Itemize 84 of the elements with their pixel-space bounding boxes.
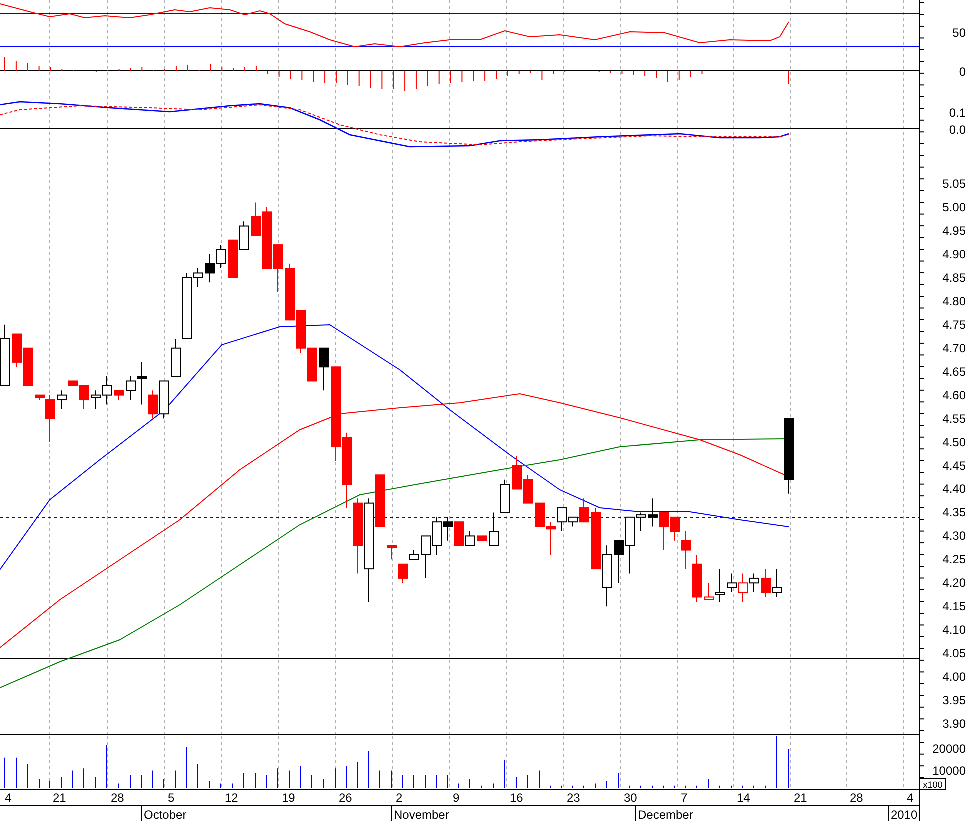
- candlestick: [239, 221, 249, 250]
- month-label: October: [144, 808, 187, 821]
- axis-label: 4.70: [942, 341, 966, 356]
- candlestick: [535, 502, 545, 528]
- date-label: 4: [907, 791, 914, 805]
- candlestick: [228, 240, 238, 278]
- axis-label: 4.95: [942, 224, 966, 238]
- candlestick: [159, 380, 169, 420]
- unit-label: x100: [920, 778, 946, 790]
- candlestick: [489, 512, 499, 546]
- axis-label: 4.40: [942, 482, 966, 496]
- axis-label: 5.05: [942, 177, 966, 191]
- axis-label: 4.25: [942, 552, 966, 567]
- date-label: 5: [168, 791, 175, 805]
- candlestick: [523, 474, 533, 504]
- axis-label: 4.35: [942, 506, 966, 520]
- axis-label: 4.15: [942, 600, 966, 614]
- axis-label: 5.00: [942, 200, 966, 214]
- candlestick: [500, 479, 510, 514]
- date-label: 30: [624, 791, 638, 805]
- date-label: 28: [850, 791, 864, 805]
- axis-label: 10000: [932, 764, 966, 778]
- date-label: 21: [53, 791, 66, 805]
- candlestick: [761, 568, 771, 598]
- candlestick: [319, 348, 329, 392]
- candlestick: [216, 244, 226, 270]
- axis-label: 4.80: [942, 294, 966, 308]
- candlestick: [114, 390, 124, 401]
- axis-label: 0.0: [949, 123, 966, 137]
- axis-label: 0: [959, 65, 966, 79]
- date-label: 4: [5, 791, 12, 805]
- candlestick: [614, 540, 624, 584]
- axis-label: 4.85: [942, 270, 966, 285]
- date-label: 7: [681, 791, 688, 805]
- axis-label: 4.55: [942, 412, 966, 426]
- candlestick: [285, 263, 295, 321]
- month-label: 2010: [891, 808, 918, 821]
- date-label: 26: [339, 791, 352, 805]
- axis-label: 4.75: [942, 318, 966, 332]
- candlestick: [57, 390, 67, 410]
- candlestick: [296, 310, 306, 354]
- date-label: 9: [453, 791, 460, 805]
- axis-label: 4.30: [942, 529, 966, 544]
- candlestick: [546, 522, 556, 556]
- axis-label: 3.90: [942, 717, 966, 732]
- candlestick: [512, 456, 522, 490]
- candlestick: [421, 536, 431, 579]
- axis-label: 4.50: [942, 435, 966, 450]
- axis-label: 4.05: [942, 646, 966, 661]
- month-label: December: [638, 808, 694, 821]
- candlestick: [307, 348, 317, 382]
- axis-label: 3.95: [942, 694, 966, 708]
- date-label: 14: [737, 791, 750, 805]
- axis-label: 4.10: [942, 623, 966, 638]
- axis-label: 4.65: [942, 364, 966, 379]
- axis-label: 4.90: [942, 247, 966, 262]
- date-label: 28: [111, 791, 124, 805]
- axis-label: 0.1: [949, 106, 966, 120]
- date-label: 12: [225, 791, 238, 805]
- axis-label: 50: [952, 26, 966, 40]
- date-label: 23: [567, 791, 580, 805]
- date-label: 2: [396, 791, 403, 805]
- candlestick: [648, 498, 658, 528]
- candlestick: [398, 564, 408, 584]
- candlestick: [387, 545, 397, 560]
- candlestick: [409, 550, 419, 560]
- axis-label: 4.00: [942, 670, 966, 684]
- date-label: 21: [794, 791, 808, 805]
- candlestick: [477, 536, 487, 542]
- candlestick: [692, 554, 702, 602]
- candlestick: [273, 244, 283, 292]
- candlestick: [591, 508, 601, 570]
- candlestick: [23, 348, 33, 386]
- axis-label: 4.45: [942, 458, 966, 473]
- date-label: 19: [282, 791, 296, 805]
- axis-label: 4.20: [942, 576, 966, 590]
- candlestick: [772, 568, 782, 598]
- axis-label: 20000: [932, 742, 966, 756]
- month-label: November: [394, 808, 450, 821]
- candlestick: [12, 334, 22, 368]
- candlestick: [602, 545, 612, 608]
- date-label: 16: [510, 791, 524, 805]
- axis-label: 4.60: [942, 388, 966, 402]
- candlestick: [205, 254, 215, 284]
